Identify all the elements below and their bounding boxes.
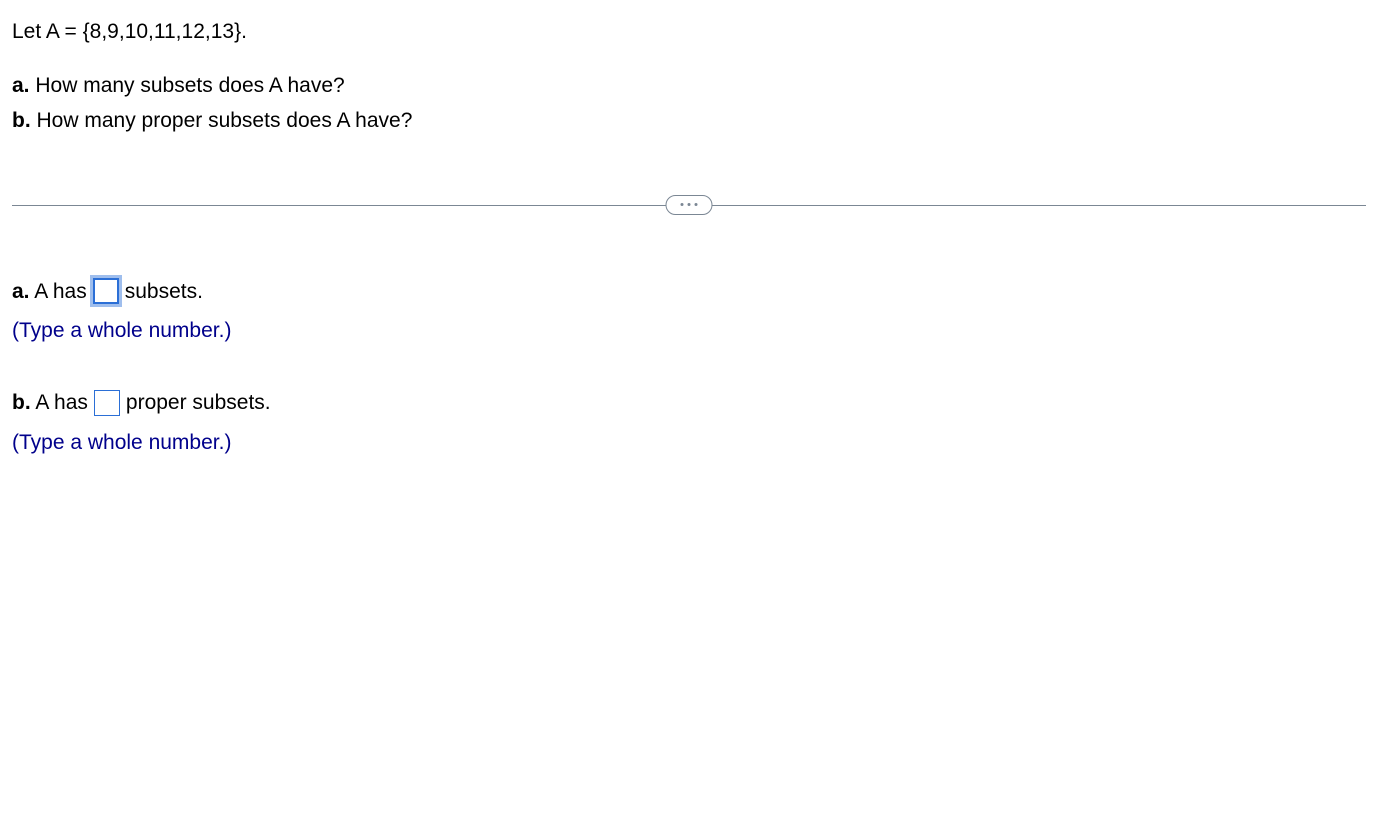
answer-b-label: b. [12,391,31,414]
answer-a-prefix: A has [30,280,87,303]
part-b-label: b. [12,109,31,132]
ellipsis-icon [695,203,698,206]
answer-a-input[interactable] [93,278,119,304]
answer-b-input[interactable] [94,390,120,416]
problem-intro: Let A = {8,9,10,11,12,13}. [12,16,1366,48]
answer-b-hint: (Type a whole number.) [12,424,1366,462]
part-b-text: How many proper subsets does A have? [31,109,413,132]
problem-statement: Let A = {8,9,10,11,12,13}. a. How many s… [12,16,1366,137]
problem-part-a: a. How many subsets does A have? [12,70,1366,102]
answer-a-suffix: subsets. [125,273,203,311]
answer-part-a: a. A has subsets. (Type a whole number.) [12,273,1366,351]
part-a-label: a. [12,74,30,97]
answer-a-label: a. [12,280,30,303]
answer-b-prefix: A has [31,391,88,414]
part-a-text: How many subsets does A have? [30,74,345,97]
ellipsis-icon [688,203,691,206]
answer-b-suffix: proper subsets. [126,384,271,422]
section-divider [12,185,1366,225]
problem-part-b: b. How many proper subsets does A have? [12,105,1366,137]
more-options-button[interactable] [666,195,713,215]
answer-part-b: b. A has proper subsets. (Type a whole n… [12,384,1366,462]
ellipsis-icon [681,203,684,206]
answer-a-hint: (Type a whole number.) [12,312,1366,350]
